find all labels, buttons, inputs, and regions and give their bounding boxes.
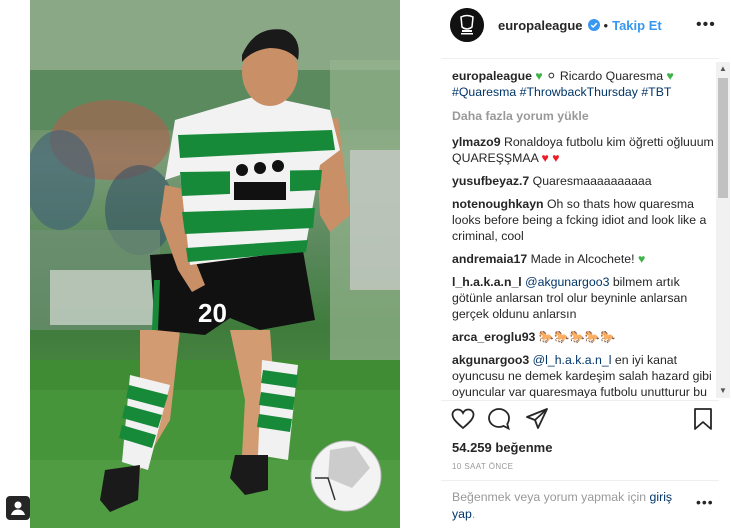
- scroll-up-arrow-icon[interactable]: ▲: [716, 62, 730, 76]
- football-player-photo: 20: [30, 0, 400, 528]
- comment-username[interactable]: yusufbeyaz.7: [452, 174, 529, 188]
- caption-text: ⚪ Ricardo Quaresma: [546, 69, 664, 83]
- green-heart-icon: ♥: [535, 69, 543, 83]
- comment: l_h.a.k.a.n_l @akgunargoo3 bilmem artık …: [452, 274, 714, 322]
- like-button[interactable]: [450, 406, 476, 432]
- login-prompt-period: .: [471, 507, 476, 521]
- bookmark-icon: [694, 408, 712, 430]
- verified-badge-icon: [587, 19, 600, 31]
- post-header: europaleague • Takip Et: [450, 8, 662, 42]
- post-caption: europaleague ♥ ⚪ Ricardo Quaresma ♥ #Qua…: [452, 68, 714, 100]
- heart-outline-icon: [451, 408, 475, 430]
- comment-username[interactable]: akgunargoo3: [452, 353, 529, 367]
- comment-username[interactable]: l_h.a.k.a.n_l: [452, 275, 522, 289]
- divider: [441, 58, 719, 59]
- hashtag[interactable]: #ThrowbackThursday: [520, 85, 638, 99]
- comment: andremaia17 Made in Alcochete! ♥: [452, 251, 714, 267]
- scroll-thumb[interactable]: [718, 78, 728, 198]
- red-heart-icon: ♥ ♥: [541, 151, 560, 165]
- avatar[interactable]: [450, 8, 484, 42]
- account-username[interactable]: europaleague: [498, 18, 583, 33]
- login-prompt: Beğenmek veya yorum yapmak için giriş ya…: [452, 489, 692, 523]
- action-bar: [450, 406, 716, 434]
- more-options-icon[interactable]: •••: [696, 16, 716, 34]
- likes-count[interactable]: 54.259 beğenme: [452, 440, 552, 455]
- share-arrow-icon: [526, 408, 548, 429]
- comments-list[interactable]: europaleague ♥ ⚪ Ricardo Quaresma ♥ #Qua…: [452, 68, 714, 398]
- follow-button[interactable]: Takip Et: [612, 18, 662, 33]
- comment: akgunargoo3 @l_h.a.k.a.n_l en iyi kanat …: [452, 352, 714, 398]
- caption-username[interactable]: europaleague: [452, 69, 532, 83]
- comment: notenoughkayn Oh so thats how quaresma l…: [452, 196, 714, 244]
- more-options-icon[interactable]: •••: [696, 494, 714, 510]
- separator-dot: •: [603, 17, 609, 33]
- divider: [441, 400, 719, 401]
- comment-text: Quaresmaaaaaaaaaa: [532, 174, 652, 188]
- scroll-down-arrow-icon[interactable]: ▼: [716, 384, 730, 398]
- instagram-post: 20 europaleague • Takip Et ••• europalea…: [0, 0, 731, 528]
- svg-text:20: 20: [198, 298, 227, 328]
- comment-username[interactable]: ylmazo9: [452, 135, 501, 149]
- europa-league-logo-icon: [450, 8, 484, 42]
- save-button[interactable]: [690, 406, 716, 432]
- comment: ylmazo9 Ronaldoya futbolu kim öğretti oğ…: [452, 134, 714, 166]
- comment-button[interactable]: [486, 406, 512, 432]
- comment-mention[interactable]: @l_h.a.k.a.n_l: [533, 353, 612, 367]
- comment-text: Made in Alcochete!: [530, 252, 635, 266]
- divider: [441, 480, 719, 481]
- comment: arca_eroglu93 🐎🐎🐎🐎🐎: [452, 329, 714, 345]
- green-heart-icon: ♥: [637, 252, 646, 266]
- comments-scrollbar[interactable]: ▲ ▼: [716, 62, 730, 398]
- comment-username[interactable]: andremaia17: [452, 252, 527, 266]
- horse-emoji-icons: 🐎🐎🐎🐎🐎: [538, 330, 616, 344]
- left-margin: [0, 0, 30, 528]
- post-photo[interactable]: 20: [30, 0, 400, 528]
- comment-mention[interactable]: @akgunargoo3: [525, 275, 609, 289]
- share-button[interactable]: [524, 406, 550, 432]
- login-prompt-text: Beğenmek veya yorum yapmak için: [452, 490, 647, 504]
- green-heart-icon: ♥: [666, 69, 674, 83]
- hashtag[interactable]: #TBT: [641, 85, 671, 99]
- comment-username[interactable]: arca_eroglu93: [452, 330, 535, 344]
- comment-username[interactable]: notenoughkayn: [452, 197, 544, 211]
- load-more-comments-button[interactable]: Daha fazla yorum yükle: [452, 108, 714, 124]
- speech-bubble-icon: [488, 408, 510, 431]
- user-tag-icon[interactable]: [6, 496, 30, 520]
- comment: yusufbeyaz.7 Quaresmaaaaaaaaaa: [452, 173, 714, 189]
- hashtag[interactable]: #Quaresma: [452, 85, 516, 99]
- post-timestamp: 10 SAAT ÖNCE: [452, 462, 514, 471]
